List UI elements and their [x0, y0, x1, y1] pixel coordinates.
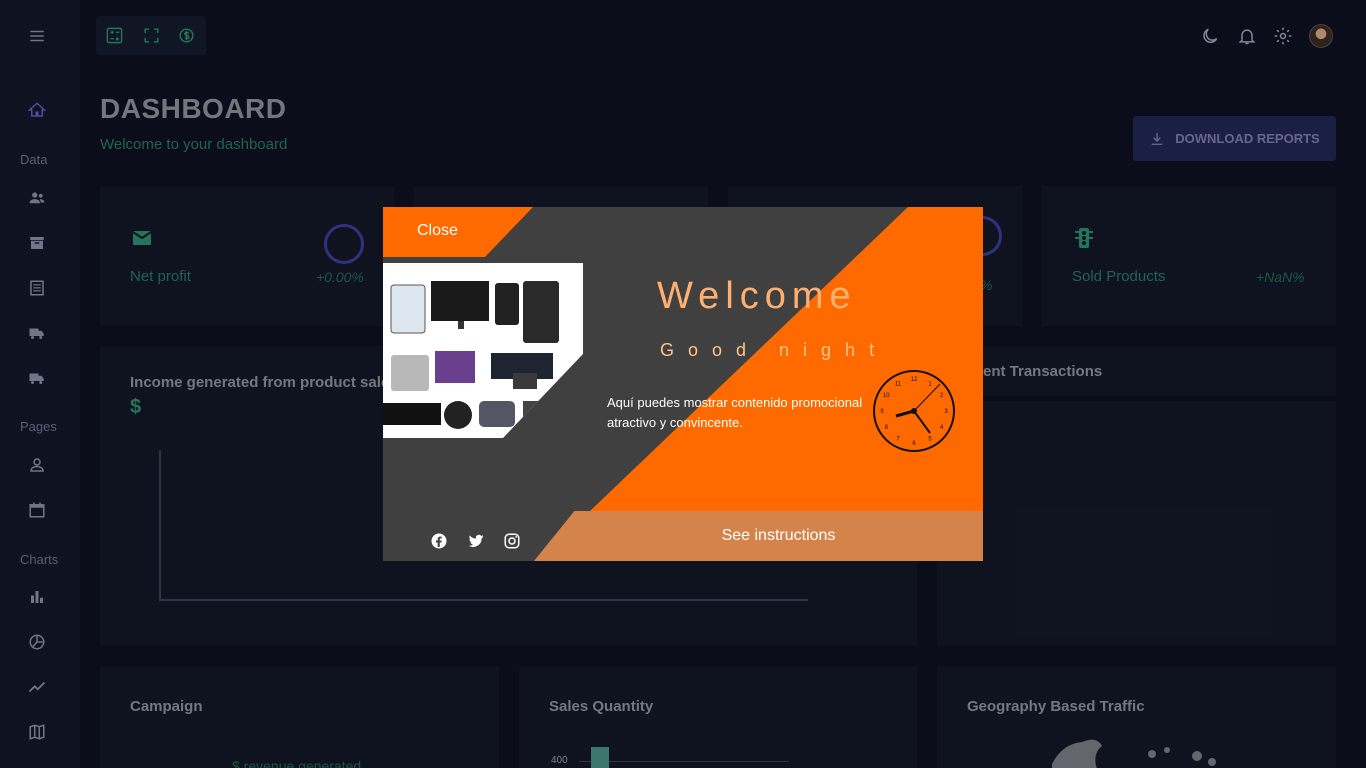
- instagram-icon[interactable]: [503, 532, 521, 550]
- clock-number: 5: [928, 437, 932, 443]
- clock-number: 11: [895, 381, 902, 387]
- clock-number: 3: [944, 409, 948, 415]
- clock-number: 6: [912, 441, 916, 447]
- close-button[interactable]: Close: [417, 222, 458, 240]
- clock-number: 12: [911, 377, 918, 383]
- facebook-icon[interactable]: [430, 532, 448, 550]
- clock-number: 1: [928, 381, 932, 387]
- see-instructions-button[interactable]: See instructions: [534, 511, 983, 561]
- clock-number: 9: [880, 409, 884, 415]
- clock-number: 10: [883, 393, 890, 399]
- see-instructions-label: See instructions: [721, 527, 836, 544]
- welcome-modal: Close Welcome Good night Aquí puedes mos…: [383, 207, 983, 561]
- clock-number: 8: [885, 425, 889, 431]
- clock-number: 7: [896, 437, 900, 443]
- welcome-heading: Welcome: [657, 275, 857, 317]
- promo-text: Aquí puedes mostrar contenido promociona…: [607, 395, 863, 430]
- clock: 121234567891011: [873, 370, 955, 452]
- twitter-icon[interactable]: [467, 532, 485, 550]
- clock-number: 4: [940, 425, 944, 431]
- clock-number: 2: [940, 393, 944, 399]
- greeting-text: Good night: [660, 340, 889, 360]
